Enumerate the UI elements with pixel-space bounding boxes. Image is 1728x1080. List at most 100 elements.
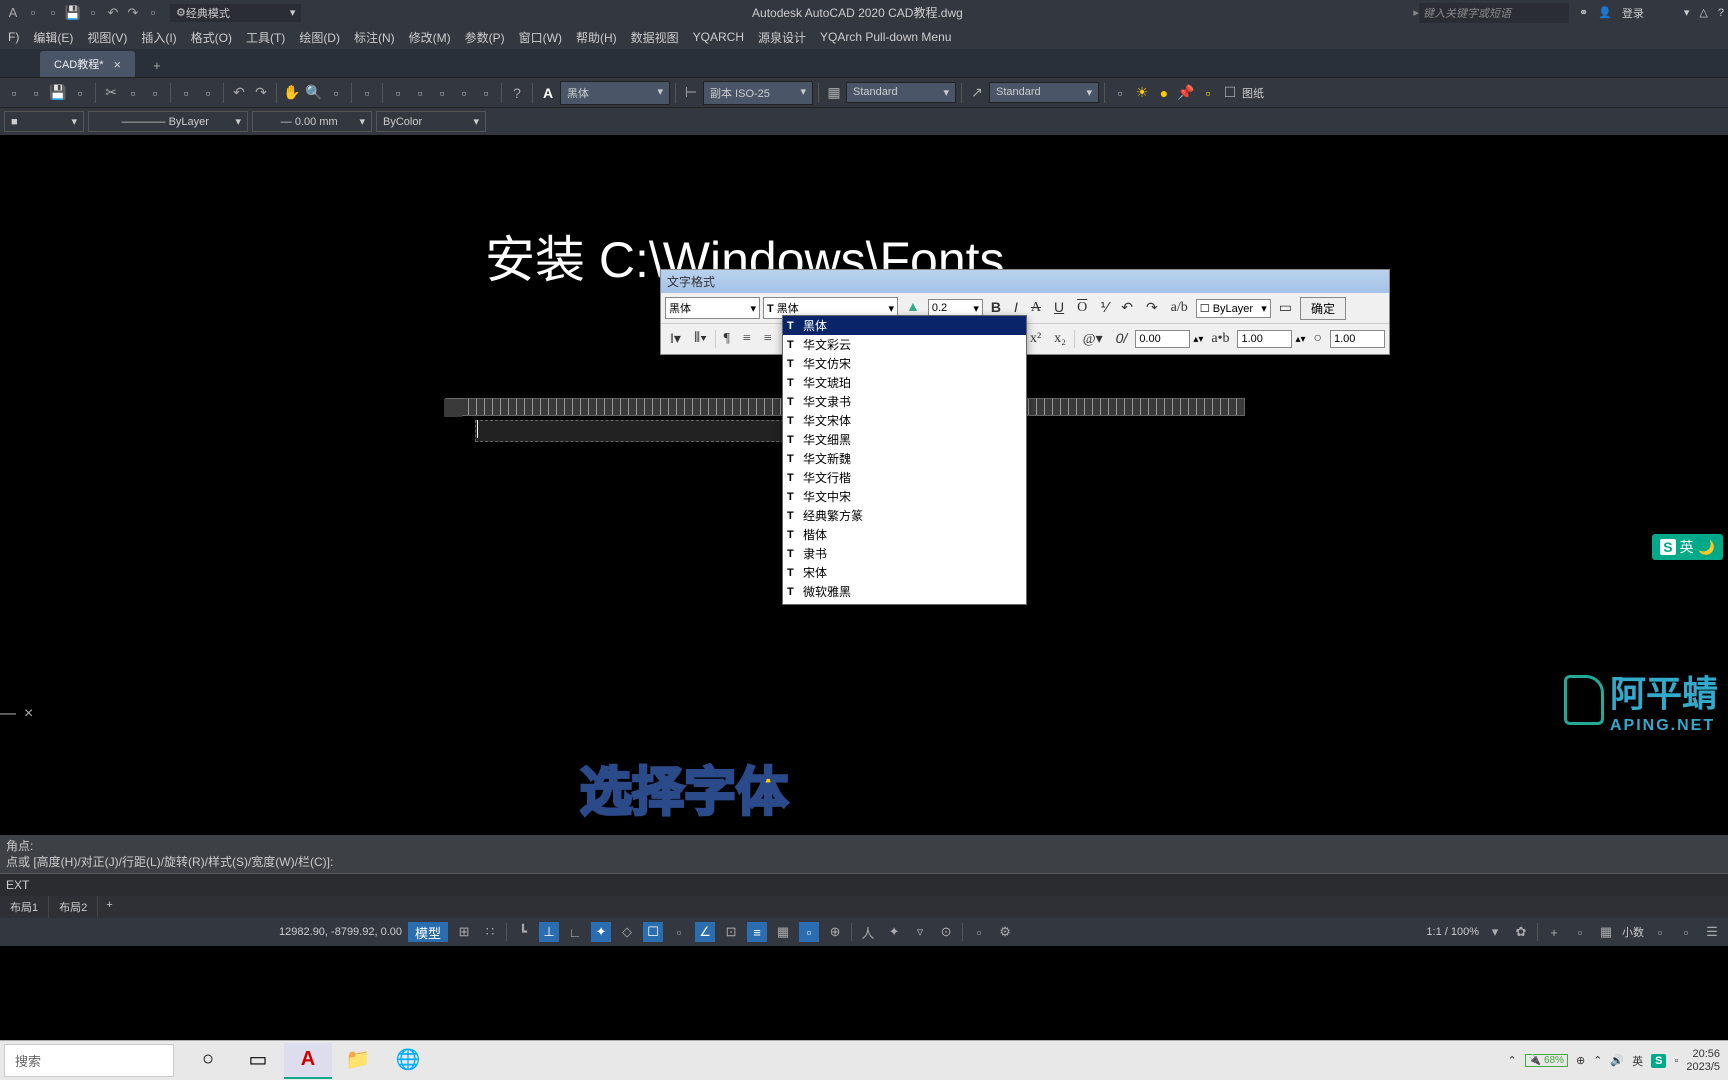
font-item[interactable]: T隶书 xyxy=(783,544,1026,563)
tracking-input[interactable] xyxy=(1237,330,1292,348)
redo-icon[interactable]: ↷ xyxy=(1141,297,1163,320)
cart-icon[interactable]: ▾ xyxy=(1684,6,1690,19)
add-layout-button[interactable]: + xyxy=(98,896,120,918)
stack-icon[interactable]: ⅟ xyxy=(1095,297,1113,320)
subscript-icon[interactable]: x₂ xyxy=(1049,328,1071,350)
app-icon[interactable]: △ xyxy=(1699,6,1707,19)
open-icon[interactable]: ▫ xyxy=(44,4,62,22)
dsm-icon[interactable]: ▫ xyxy=(388,83,408,103)
windows-search[interactable]: 搜索 xyxy=(4,1044,174,1077)
dimstyle-combo[interactable]: 副本 ISO-25▾ xyxy=(703,81,813,105)
tray-clock[interactable]: 20:56 2023/5 xyxy=(1686,1048,1720,1074)
menu-modify[interactable]: 修改(M) xyxy=(403,26,457,49)
sc-icon[interactable]: ⊕ xyxy=(825,922,845,942)
tray-up-icon[interactable]: ⌃ xyxy=(1507,1054,1516,1067)
sun-icon[interactable]: ☀ xyxy=(1132,83,1152,103)
3dosnap-icon[interactable]: ▫ xyxy=(669,922,689,942)
tray-network-icon[interactable]: ⊕ xyxy=(1576,1054,1585,1067)
zoom-label[interactable]: 1:1 / 100% xyxy=(1426,926,1479,938)
infer-icon[interactable]: ┗ xyxy=(513,922,533,942)
zoom-dropdown-icon[interactable]: ▾ xyxy=(1485,922,1505,942)
underline-button[interactable]: U xyxy=(1049,296,1069,320)
overline-button[interactable]: O xyxy=(1072,297,1092,319)
drawing-area[interactable]: 安装 C:\Windows\Fonts 文字格式 黑体▾ T 黑体▾ ▲ 0.2… xyxy=(0,135,1728,835)
misc-icon[interactable]: ▫ xyxy=(1110,83,1130,103)
tray-ime[interactable]: 英 xyxy=(1632,1053,1643,1069)
tray-sogou-icon[interactable]: S xyxy=(1651,1054,1666,1068)
settings-icon[interactable]: ✿ xyxy=(1511,922,1531,942)
a-icon[interactable]: + xyxy=(1544,922,1564,942)
font-item[interactable]: T华文宋体 xyxy=(783,411,1026,430)
workspace-icon[interactable]: ⚙ xyxy=(995,922,1015,942)
tray-sound-icon[interactable]: 🔊 xyxy=(1610,1054,1624,1067)
sheetset-icon[interactable]: ▫ xyxy=(432,83,452,103)
tablestyle-icon[interactable]: ▦ xyxy=(824,83,844,103)
yellow-icon[interactable]: ● xyxy=(1154,83,1174,103)
menu-insert[interactable]: 插入(I) xyxy=(135,26,182,49)
new-icon[interactable]: ▫ xyxy=(4,83,24,103)
font-item[interactable]: T宋体 xyxy=(783,563,1026,582)
superscript-icon[interactable]: x² xyxy=(1025,328,1046,350)
filter-icon[interactable]: ▿ xyxy=(910,922,930,942)
tpy-icon[interactable]: ▦ xyxy=(773,922,793,942)
font-item[interactable]: T华文新魏 xyxy=(783,449,1026,468)
font-item[interactable]: T华文行楷 xyxy=(783,468,1026,487)
zoom-prev-icon[interactable]: ▫ xyxy=(326,83,346,103)
new-tab-button[interactable]: + xyxy=(145,54,169,77)
menu-yuanquan[interactable]: 源泉设计 xyxy=(752,26,812,49)
font-item[interactable]: T华文中宋 xyxy=(783,487,1026,506)
tray-up2-icon[interactable]: ⌃ xyxy=(1593,1054,1602,1067)
save-icon[interactable]: 💾 xyxy=(48,83,68,103)
font-item[interactable]: T楷体 xyxy=(783,525,1026,544)
d-icon[interactable]: ▫ xyxy=(1650,922,1670,942)
redo-icon[interactable]: ↷ xyxy=(124,4,142,22)
menu-tools[interactable]: 工具(T) xyxy=(240,26,291,49)
task-taskview[interactable]: ▭ xyxy=(234,1043,282,1079)
dyn-icon[interactable]: ⊥ xyxy=(539,922,559,942)
menu-edit[interactable]: 编辑(E) xyxy=(27,26,79,49)
plot-icon[interactable]: ▫ xyxy=(70,83,90,103)
login-label[interactable]: 登录 xyxy=(1622,5,1644,21)
print-icon[interactable]: ▫ xyxy=(144,4,162,22)
quickprops-icon[interactable]: ▫ xyxy=(969,922,989,942)
width-input[interactable] xyxy=(1330,330,1385,348)
2d-icon[interactable]: ⊡ xyxy=(721,922,741,942)
quickcalc-icon[interactable]: ▫ xyxy=(476,83,496,103)
plotstyle-combo[interactable]: ByColor▾ xyxy=(376,111,486,132)
close-icon[interactable]: × xyxy=(114,57,122,72)
markup-icon[interactable]: ▫ xyxy=(454,83,474,103)
grid-icon[interactable]: ⊞ xyxy=(454,922,474,942)
para-icon[interactable]: ¶ xyxy=(719,328,735,350)
layout-tab-1[interactable]: 布局1 xyxy=(0,896,49,918)
pin-icon[interactable]: 📌 xyxy=(1176,83,1196,103)
color-combo[interactable]: ■▾ xyxy=(4,111,84,132)
tracking-icon[interactable]: a•b xyxy=(1206,328,1234,350)
task-explorer[interactable]: 📁 xyxy=(334,1043,382,1079)
font-item[interactable]: T经典繁方篆 xyxy=(783,506,1026,525)
command-input[interactable]: EXT xyxy=(0,873,1728,896)
menu-parametric[interactable]: 参数(P) xyxy=(459,26,511,49)
oblique-input[interactable] xyxy=(1135,330,1190,348)
toolpalettes-icon[interactable]: ▫ xyxy=(410,83,430,103)
help-icon[interactable]: ? xyxy=(1718,7,1724,19)
mtext-icon[interactable]: ⦀▾ xyxy=(689,328,712,350)
help-icon[interactable]: ? xyxy=(507,83,527,103)
polar-icon[interactable]: ✦ xyxy=(591,922,611,942)
open-icon[interactable]: ▫ xyxy=(26,83,46,103)
textstyle-combo[interactable]: 黑体▾ xyxy=(560,81,670,105)
symbol-icon[interactable]: @▾ xyxy=(1078,328,1108,351)
square-icon[interactable]: ☐ xyxy=(1220,83,1240,103)
ruler-icon[interactable]: ▭ xyxy=(1274,297,1297,320)
workspace-switcher[interactable]: ⚙ 经典模式 ▾ xyxy=(170,4,301,22)
mleaderstyle-combo[interactable]: Standard▾ xyxy=(989,82,1099,103)
infocenter-icon[interactable]: ⚭ xyxy=(1579,6,1588,19)
textstyle-icon[interactable]: A xyxy=(538,83,558,103)
snap-icon[interactable]: ∷ xyxy=(480,922,500,942)
otrack-icon[interactable]: ∠ xyxy=(695,922,715,942)
saveas-icon[interactable]: ▫ xyxy=(84,4,102,22)
gizmo-icon[interactable]: ✦ xyxy=(884,922,904,942)
columns-icon[interactable]: ‖▾ xyxy=(665,328,686,351)
tray-misc-icon[interactable]: ▫ xyxy=(1674,1055,1678,1067)
ime-indicator[interactable]: S 英 🌙 xyxy=(1652,534,1723,560)
qp-icon[interactable]: ▫ xyxy=(799,922,819,942)
